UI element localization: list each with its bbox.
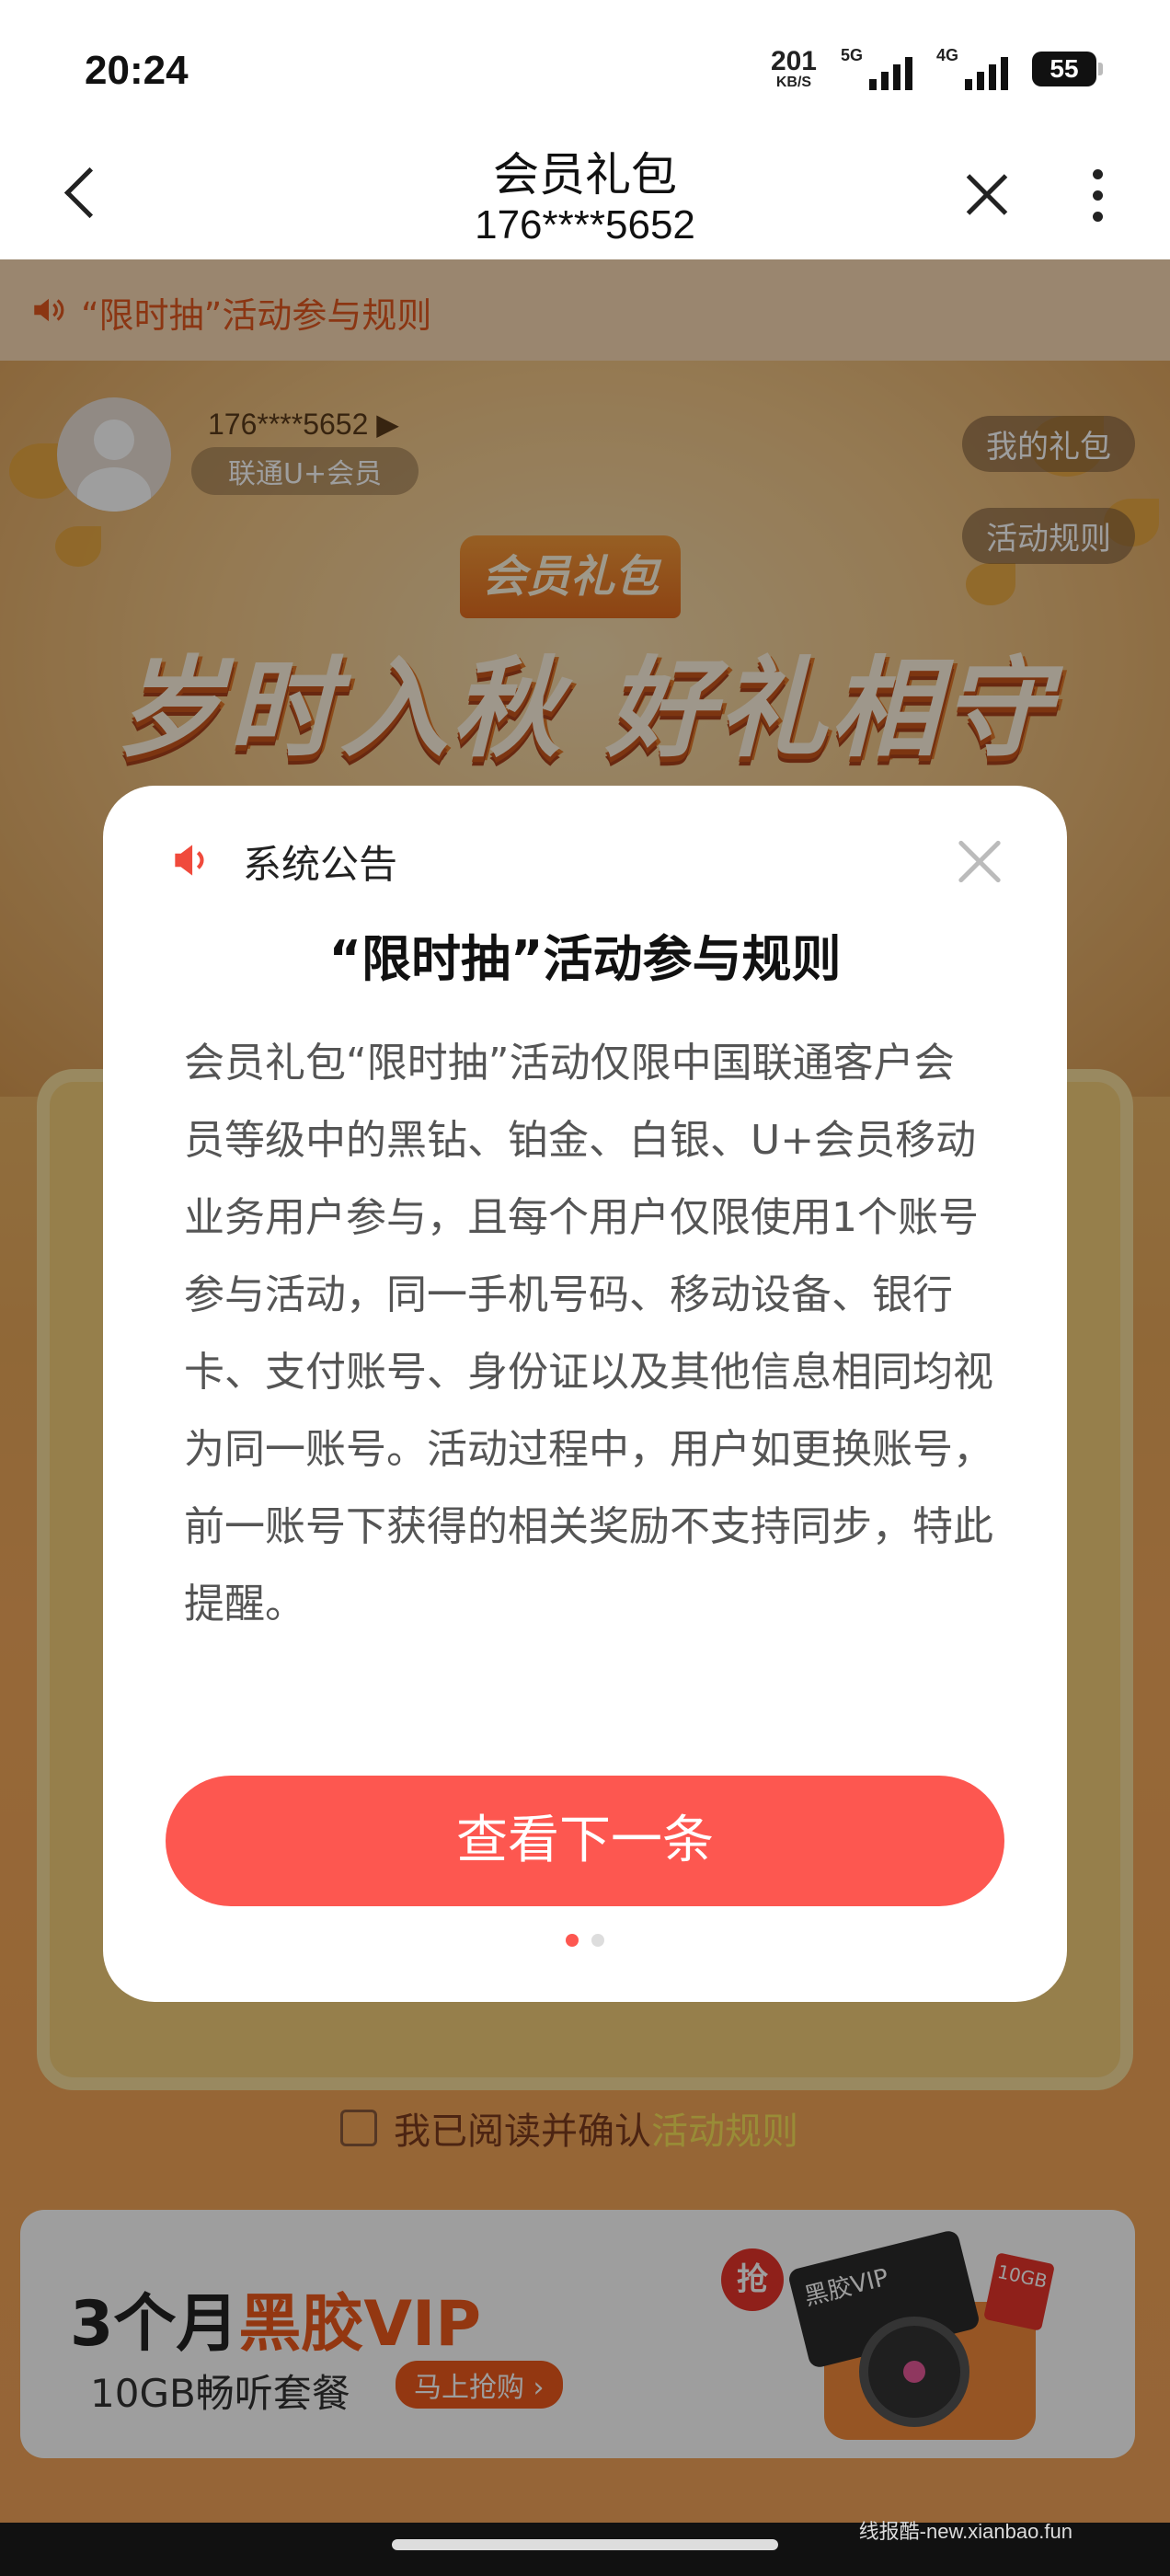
close-icon[interactable] <box>957 166 1015 224</box>
page-indicator <box>103 1934 1067 1947</box>
status-bar: 20:24 201 KB/S 5G 4G 55 <box>0 0 1170 129</box>
modal-close-icon[interactable] <box>949 832 1010 892</box>
signal-5g-label: 5G <box>841 46 864 64</box>
status-time: 20:24 <box>85 48 189 93</box>
page-dot-active <box>566 1934 579 1947</box>
signal-4g-icon: 4G <box>936 46 1008 92</box>
speaker-icon <box>175 845 204 876</box>
app-header: 会员礼包 176****5652 <box>0 129 1170 259</box>
status-indicators: 201 KB/S 5G 4G 55 <box>771 46 1103 92</box>
more-vertical-icon[interactable] <box>1082 164 1115 228</box>
network-speed-unit: KB/S <box>775 75 812 90</box>
home-indicator[interactable] <box>392 2539 778 2550</box>
modal-body: 会员礼包“限时抽”活动仅限中国联通客户会员等级中的黑钻、铂金、白银、U+会员移动… <box>184 1040 993 1627</box>
modal-header: 系统公告 <box>243 842 398 887</box>
watermark: 线报酷-new.xianbao.fun <box>858 2520 1072 2543</box>
page-dot <box>591 1934 604 1947</box>
signal-4g-label: 4G <box>936 46 959 64</box>
network-speed: 201 KB/S <box>771 48 817 90</box>
signal-5g-icon: 5G <box>841 46 912 92</box>
battery-icon: 55 <box>1032 52 1103 86</box>
announcement-modal: 系统公告 “限时抽”活动参与规则 会员礼包“限时抽”活动仅限中国联通客户会员等级… <box>103 786 1067 2002</box>
network-speed-value: 201 <box>770 46 817 76</box>
next-notice-button[interactable]: 查看下一条 <box>166 1776 1004 1906</box>
modal-title: “限时抽”活动参与规则 <box>328 930 842 988</box>
